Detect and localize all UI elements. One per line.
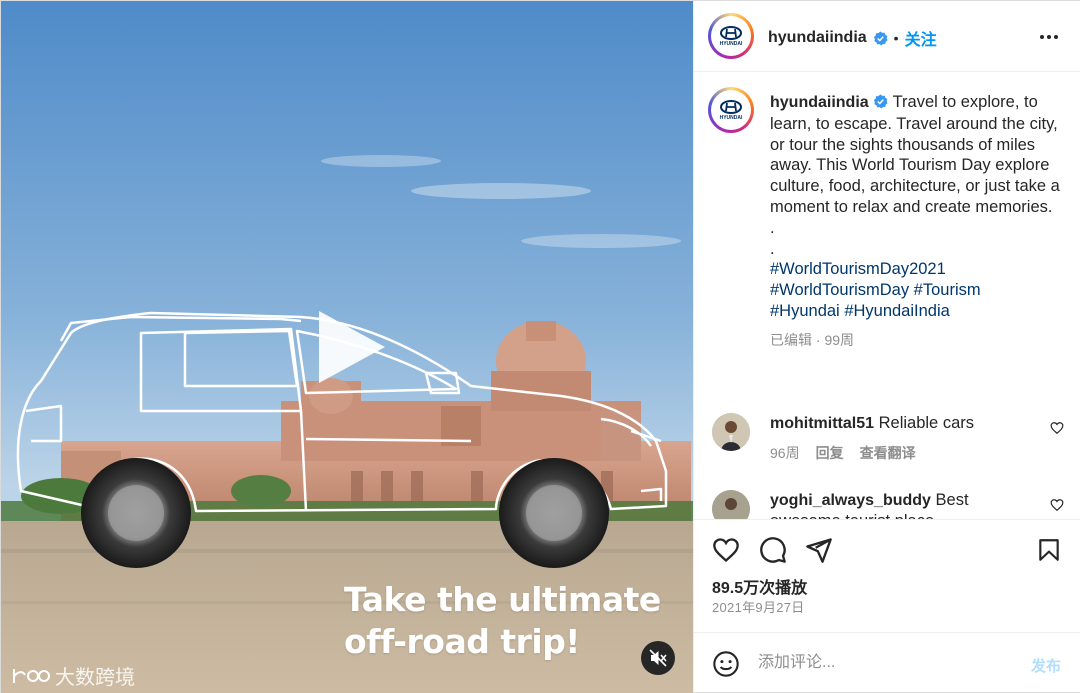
header-separator: • xyxy=(893,30,899,46)
meta-separator: · xyxy=(812,331,825,348)
video-overlay-text: Take the ultimate off-road trip! xyxy=(344,579,684,663)
caption-dot-1: . xyxy=(770,218,775,237)
caption-dot-2: . xyxy=(770,239,775,258)
post-date[interactable]: 2021年9月27日 xyxy=(712,597,805,616)
watermark-text: 大数跨境 xyxy=(55,665,135,689)
person-photo-icon xyxy=(712,413,750,451)
bookmark-icon[interactable] xyxy=(1036,536,1062,564)
hashtag-link[interactable]: #Hyundai xyxy=(770,302,840,320)
caption-meta: 已编辑 · 99周 xyxy=(770,330,1060,351)
commenter-username[interactable]: yoghi_always_buddy xyxy=(770,492,931,509)
svg-text:HYUNDAI: HYUNDAI xyxy=(720,41,743,47)
follow-button[interactable]: 关注 xyxy=(905,26,937,50)
caption-body: Travel to explore, to learn, to escape. … xyxy=(770,93,1060,216)
post-actions: 89.5万次播放 2021年9月27日 xyxy=(694,519,1080,631)
hyundai-logo-icon: HYUNDAI xyxy=(720,26,743,47)
emoji-smile-icon[interactable] xyxy=(712,650,740,678)
paper-plane-icon[interactable] xyxy=(805,536,833,564)
post-header: HYUNDAI hyundaiindia • 关注 xyxy=(694,1,1080,72)
comment-body: Best xyxy=(935,491,969,509)
muted-speaker-icon xyxy=(649,649,667,667)
caption-age[interactable]: 99周 xyxy=(824,332,854,348)
more-dots-icon[interactable] xyxy=(1039,27,1059,47)
play-icon[interactable] xyxy=(305,305,389,389)
overlay-line-1: Take the ultimate xyxy=(344,580,661,619)
caption-username[interactable]: hyundaiindia xyxy=(770,94,869,111)
verified-badge-icon xyxy=(874,94,888,109)
hashtag-link[interactable]: #HyundaiIndia xyxy=(844,302,950,320)
comments-scroll-area[interactable]: HYUNDAI hyundaiindia Travel to explore, … xyxy=(694,73,1080,519)
hashtag-link[interactable]: #WorldTourismDay xyxy=(770,281,909,299)
heart-icon[interactable] xyxy=(712,536,740,564)
view-count[interactable]: 89.5万次播放 xyxy=(712,574,807,598)
hashtag-link[interactable]: #WorldTourismDay2021 xyxy=(770,260,946,278)
video-player[interactable]: Take the ultimate off-road trip! 大数跨境 xyxy=(1,1,693,693)
watermark: 大数跨境 xyxy=(11,661,135,690)
post-caption: hyundaiindia Travel to explore, to learn… xyxy=(770,92,1060,351)
comment-text: mohitmittal51 Reliable cars xyxy=(770,413,1040,434)
post-comment-button[interactable]: 发布 xyxy=(1031,655,1061,676)
comment-bubble-icon[interactable] xyxy=(759,536,787,564)
post-side-panel: HYUNDAI hyundaiindia • 关注 HYUNDAI hyunda… xyxy=(693,1,1080,692)
caption-author-avatar[interactable]: HYUNDAI xyxy=(708,87,754,133)
overlay-line-2: off-road trip! xyxy=(344,622,580,661)
commenter-username[interactable]: mohitmittal51 xyxy=(770,415,874,432)
hyundai-logo-icon: HYUNDAI xyxy=(720,100,743,121)
hashtag-link[interactable]: #Tourism xyxy=(914,281,981,299)
comment-text: yoghi_always_buddy Best awesome tourist … xyxy=(770,490,1040,519)
add-comment-bar: 发布 xyxy=(694,632,1080,692)
comment-body-continued: awesome tourist place xyxy=(770,511,1040,519)
comment-input[interactable] xyxy=(758,649,1008,677)
comment-body: Reliable cars xyxy=(878,414,974,432)
header-username[interactable]: hyundaiindia xyxy=(768,29,867,47)
svg-text:HYUNDAI: HYUNDAI xyxy=(720,115,743,121)
edited-label: 已编辑 xyxy=(770,331,812,348)
heart-icon[interactable] xyxy=(1050,498,1064,512)
comment-meta: 96周 回复 查看翻译 xyxy=(770,443,916,463)
post-modal: Take the ultimate off-road trip! 大数跨境 HY… xyxy=(0,0,1080,693)
author-avatar[interactable]: HYUNDAI xyxy=(708,13,754,59)
translate-button[interactable]: 查看翻译 xyxy=(860,443,916,463)
mute-toggle-button[interactable] xyxy=(641,641,675,675)
commenter-avatar[interactable] xyxy=(712,413,750,451)
person-photo-icon xyxy=(712,490,750,519)
comment-age[interactable]: 96周 xyxy=(770,443,800,463)
verified-badge-icon xyxy=(873,30,888,45)
heart-icon[interactable] xyxy=(1050,421,1064,435)
commenter-avatar[interactable] xyxy=(712,490,750,519)
watermark-logo-icon xyxy=(13,668,50,683)
reply-button[interactable]: 回复 xyxy=(816,443,844,463)
